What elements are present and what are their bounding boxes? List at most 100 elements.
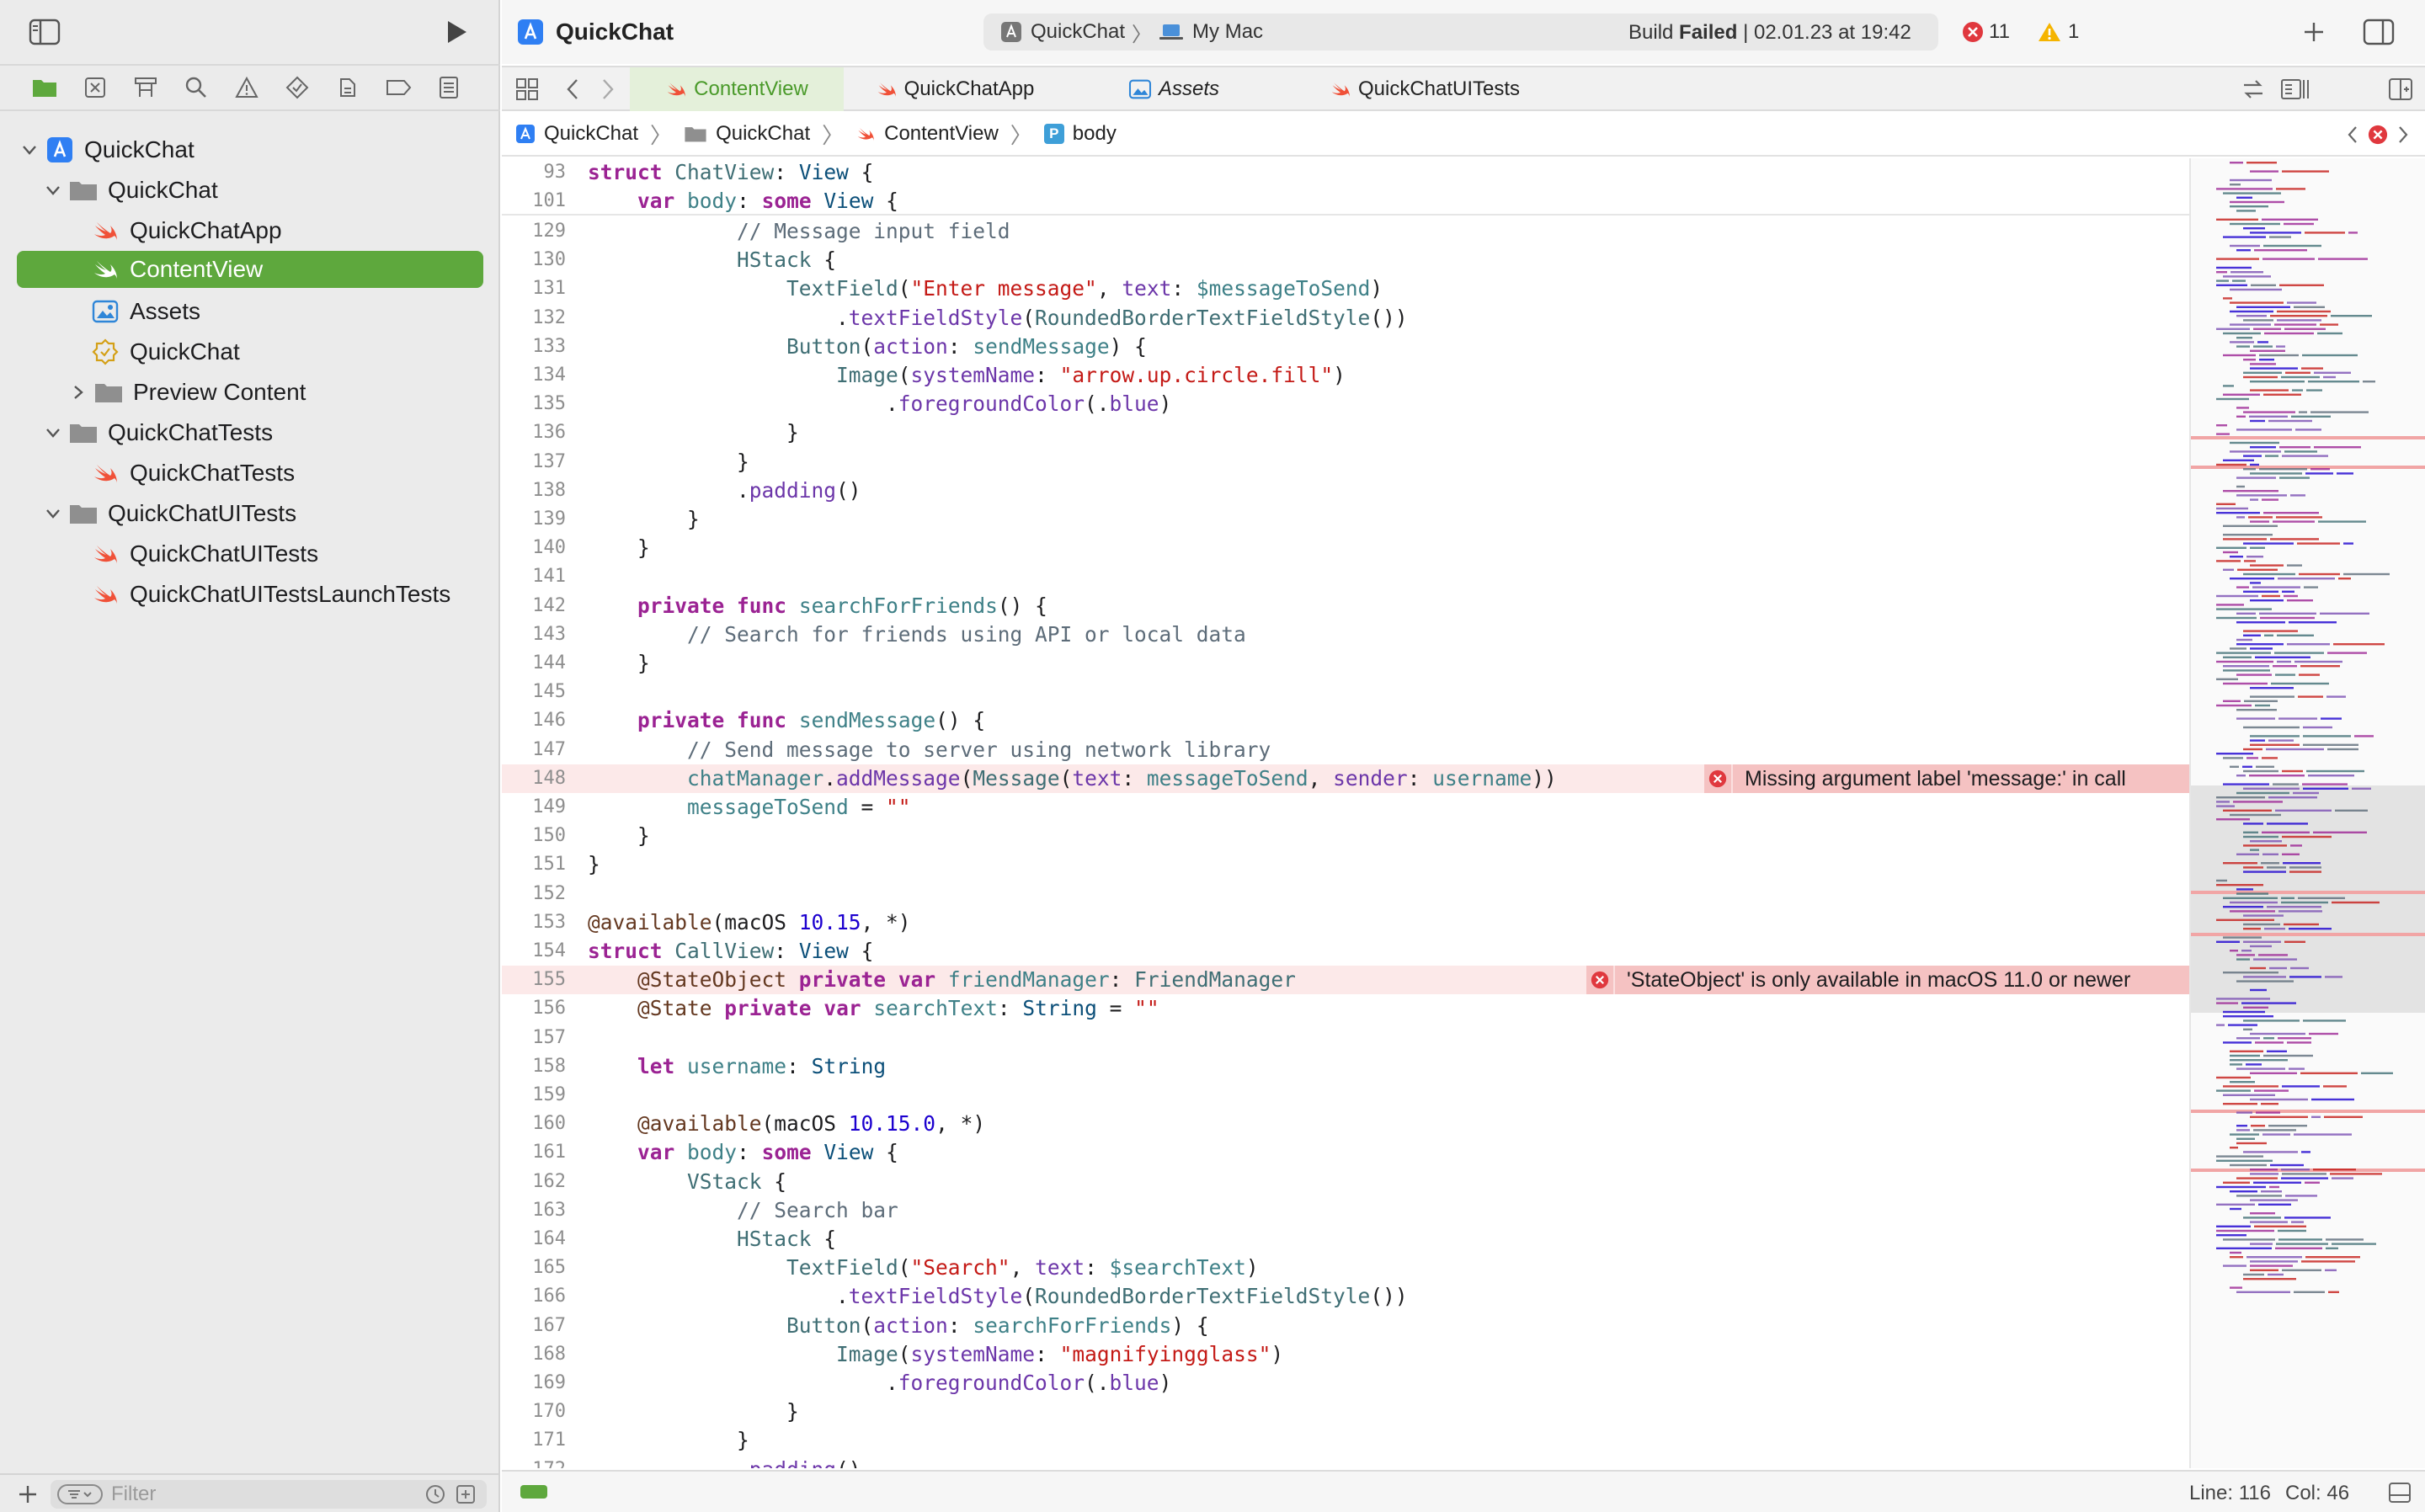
forward-chevron-icon[interactable] (600, 77, 616, 101)
code-line[interactable]: 133 Button(action: sendMessage) { (502, 333, 2189, 361)
code-line[interactable]: 132 .textFieldStyle(RoundedBorderTextFie… (502, 304, 2189, 333)
tab-quickchatapp[interactable]: QuickChatApp (847, 67, 1063, 111)
test-navigator-icon[interactable] (283, 73, 312, 102)
inline-error-message[interactable]: Missing argument label 'message:' in cal… (1704, 764, 2189, 793)
code-line[interactable]: 140 } (502, 534, 2189, 562)
tree-item-contentview[interactable]: ContentView (17, 251, 483, 288)
code-line[interactable]: 154 struct CallView: View { (502, 937, 2189, 966)
code-line[interactable]: 141 (502, 562, 2189, 591)
editor-grid-icon[interactable] (515, 77, 539, 101)
related-items-icon[interactable] (2241, 77, 2265, 101)
tree-item-quickchatuitests-file[interactable]: QuickChatUITests (91, 535, 318, 572)
code-line[interactable]: 142 private func searchForFriends() { (502, 592, 2189, 620)
tree-item-preview-content[interactable]: Preview Content (67, 374, 306, 411)
code-line[interactable]: 150 } (502, 822, 2189, 850)
scheme-and-activity-bar[interactable]: QuickChat 〉 My Mac Build Failed | 02.01.… (983, 13, 1938, 51)
breadcrumb-folder[interactable]: QuickChat (684, 122, 810, 146)
warning-count-badge[interactable]: 1 (2038, 20, 2079, 44)
filter-options-icon[interactable] (57, 1484, 103, 1504)
inline-error-message[interactable]: 'StateObject' is only available in macOS… (1586, 966, 2189, 995)
code-line[interactable]: 149 messageToSend = "" (502, 793, 2189, 822)
back-chevron-icon[interactable] (564, 77, 581, 101)
code-line[interactable]: 134 Image(systemName: "arrow.up.circle.f… (502, 361, 2189, 390)
tree-item-folder-quickchat[interactable]: QuickChat (42, 172, 218, 209)
code-line[interactable]: 172 .padding() (502, 1456, 2189, 1468)
previous-issue-icon[interactable] (2346, 125, 2359, 145)
inspector-toggle-icon[interactable] (2363, 19, 2395, 45)
minimap[interactable] (2189, 158, 2425, 1468)
tree-item-folder-quickchattests[interactable]: QuickChatTests (42, 414, 273, 451)
code-line[interactable]: 161 var body: some View { (502, 1138, 2189, 1167)
tree-item-folder-quickchatuitests[interactable]: QuickChatUITests (42, 495, 296, 532)
code-line[interactable]: 129 // Message input field (502, 217, 2189, 246)
filter-field[interactable]: Filter (51, 1480, 487, 1509)
code-line[interactable]: 171 } (502, 1426, 2189, 1455)
code-line[interactable]: 164 HStack { (502, 1225, 2189, 1254)
code-line[interactable]: 162 VStack { (502, 1168, 2189, 1196)
source-control-icon[interactable] (81, 73, 109, 102)
recent-files-icon[interactable] (424, 1483, 446, 1505)
code-line[interactable]: 157 (502, 1024, 2189, 1052)
symbol-navigator-icon[interactable] (131, 73, 160, 102)
error-icon[interactable] (2368, 125, 2388, 145)
chevron-down-icon[interactable] (42, 503, 64, 524)
code-line[interactable]: 169 .foregroundColor(.blue) (502, 1369, 2189, 1398)
code-line[interactable]: 144 } (502, 649, 2189, 678)
search-icon[interactable] (182, 73, 211, 102)
sticky-scope-line[interactable]: 93 struct ChatView: View { (502, 158, 2189, 187)
breadcrumb-symbol[interactable]: P body (1043, 122, 1117, 146)
code-line[interactable]: 160 @available(macOS 10.15.0, *) (502, 1110, 2189, 1138)
breadcrumb-file[interactable]: ContentView (855, 122, 999, 146)
code-line[interactable]: 147 // Send message to server using netw… (502, 736, 2189, 764)
source-editor[interactable]: 129 // Message input field 130 HStack {13… (502, 158, 2189, 1468)
code-line[interactable]: 156 @State private var searchText: Strin… (502, 994, 2189, 1023)
code-line[interactable]: 143 // Search for friends using API or l… (502, 620, 2189, 649)
code-line[interactable]: 166 .textFieldStyle(RoundedBorderTextFie… (502, 1282, 2189, 1311)
chevron-down-icon[interactable] (19, 139, 40, 161)
code-line[interactable]: 135 .foregroundColor(.blue) (502, 390, 2189, 418)
tab-contentview[interactable]: ContentView (630, 67, 844, 111)
tab-quickchatuitests[interactable]: QuickChatUITests (1285, 67, 1564, 111)
next-issue-icon[interactable] (2396, 125, 2410, 145)
code-line[interactable]: 170 } (502, 1398, 2189, 1426)
tree-item-quickchattests-file[interactable]: QuickChatTests (91, 455, 295, 492)
run-button[interactable] (443, 19, 470, 45)
code-line[interactable]: 155 @StateObject private var friendManag… (502, 966, 2189, 995)
library-add-icon[interactable] (2302, 20, 2326, 44)
split-editor-icon[interactable] (2388, 77, 2413, 101)
tree-item-project[interactable]: QuickChat (19, 131, 195, 168)
code-line[interactable]: 158 let username: String (502, 1052, 2189, 1081)
tab-assets[interactable]: Assets (1066, 67, 1282, 111)
code-line[interactable]: 153 @available(macOS 10.15, *) (502, 908, 2189, 937)
code-line[interactable]: 163 // Search bar (502, 1196, 2189, 1225)
code-line[interactable]: 131 TextField("Enter message", text: $me… (502, 274, 2189, 303)
code-line[interactable]: 146 private func sendMessage() { (502, 706, 2189, 735)
sidebar-toggle-icon[interactable] (29, 19, 61, 45)
tree-item-launchtests-file[interactable]: QuickChatUITestsLaunchTests (91, 576, 450, 613)
add-icon[interactable] (17, 1483, 39, 1505)
folder-icon[interactable] (30, 73, 59, 102)
breakpoint-navigator-icon[interactable] (384, 73, 413, 102)
chevron-down-icon[interactable] (42, 422, 64, 444)
editor-options-icon[interactable] (2280, 77, 2310, 101)
code-line[interactable]: 151} (502, 850, 2189, 879)
report-navigator-icon[interactable] (434, 73, 463, 102)
code-line[interactable]: 138 .padding() (502, 476, 2189, 505)
code-line[interactable]: 145 (502, 678, 2189, 706)
issue-navigator-icon[interactable] (232, 73, 261, 102)
run-destination[interactable]: My Mac (1192, 20, 1263, 44)
code-line[interactable]: 137 } (502, 448, 2189, 476)
tree-item-quickchatapp[interactable]: QuickChatApp (91, 212, 282, 249)
code-line[interactable]: 168 Image(systemName: "magnifyingglass") (502, 1340, 2189, 1369)
source-control-filter-icon[interactable] (455, 1483, 477, 1505)
code-line[interactable]: 167 Button(action: searchForFriends) { (502, 1312, 2189, 1340)
error-count-badge[interactable]: 11 (1962, 20, 2010, 44)
code-line[interactable]: 139 } (502, 505, 2189, 534)
chevron-right-icon[interactable] (67, 381, 89, 403)
code-line[interactable]: 148 chatManager.addMessage(Message(text:… (502, 764, 2189, 793)
sticky-scope-line[interactable]: 101 var body: some View { (502, 187, 2189, 216)
code-line[interactable]: 130 HStack { (502, 246, 2189, 274)
breadcrumb-project[interactable]: QuickChat (515, 122, 638, 146)
chevron-down-icon[interactable] (42, 179, 64, 201)
code-line[interactable]: 136 } (502, 418, 2189, 447)
